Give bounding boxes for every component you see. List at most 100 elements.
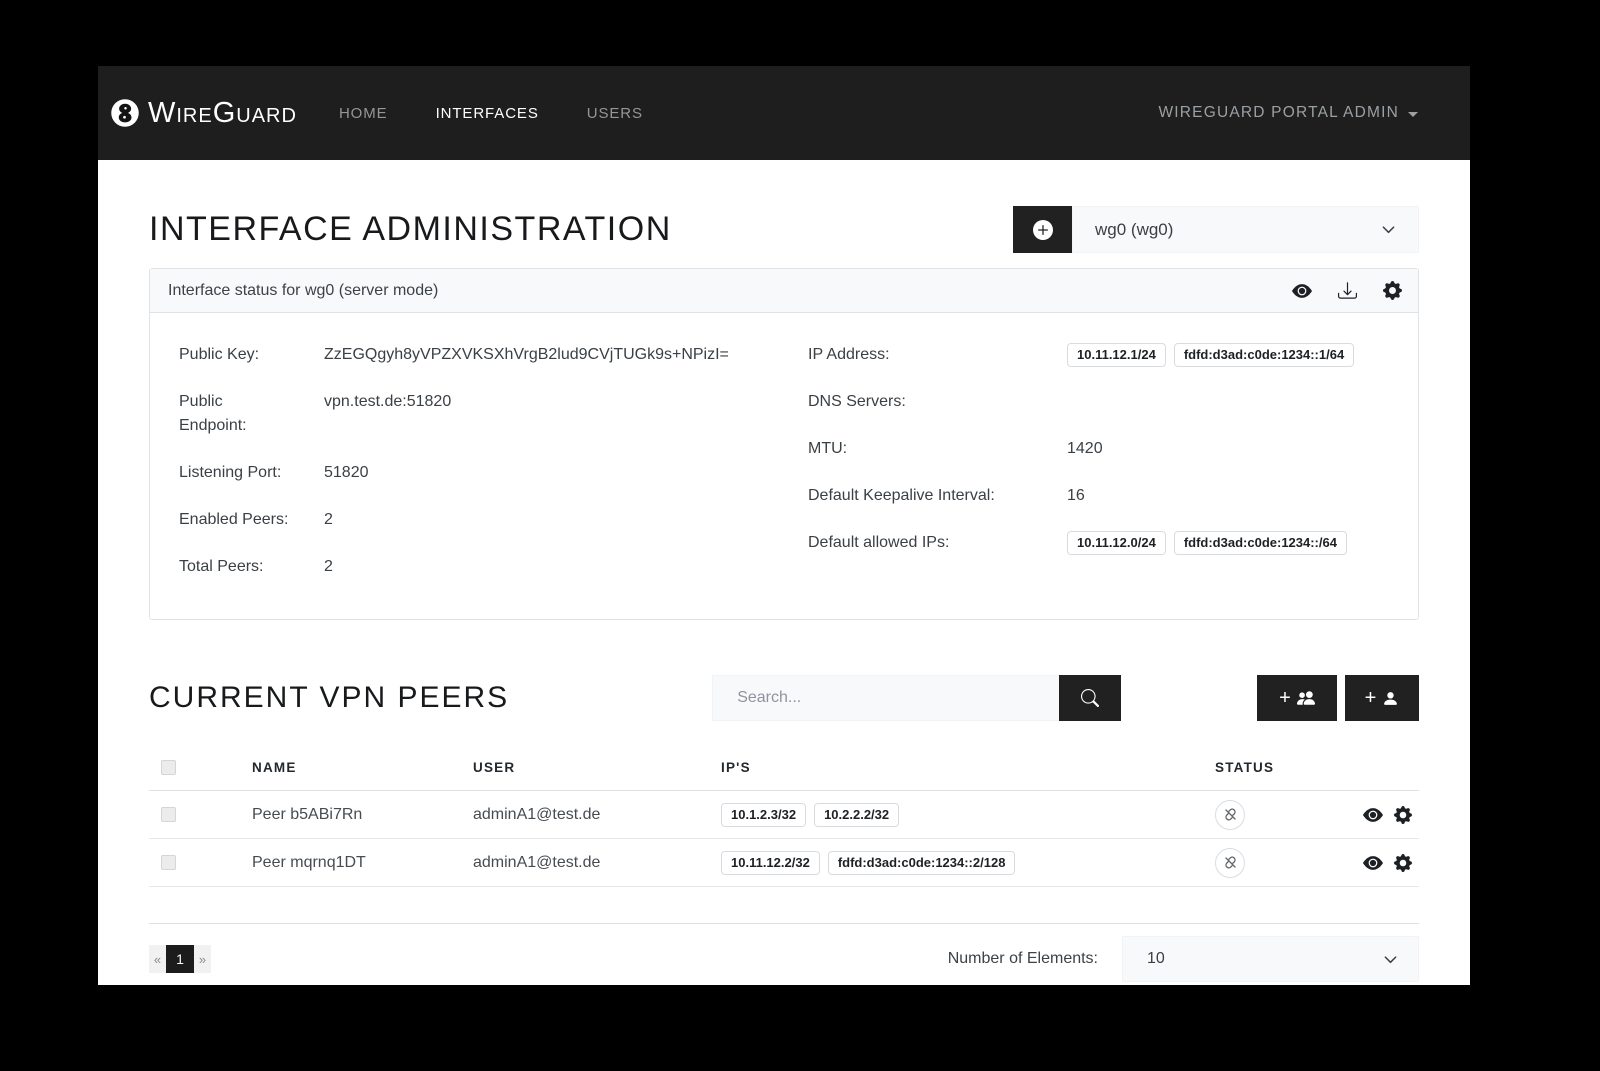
- nav-item-users[interactable]: USERS: [587, 105, 643, 122]
- info-value: 51820: [324, 461, 389, 485]
- ip-badge: fdfd:d3ad:c0de:1234::1/64: [1174, 343, 1354, 367]
- app-window: WireGuard HOME INTERFACES USERS WIREGUAR…: [98, 66, 1470, 985]
- download-icon: [1338, 281, 1357, 300]
- peer-name: Peer b5ABi7Rn: [252, 806, 473, 824]
- show-details-button[interactable]: [1292, 281, 1312, 301]
- peer-user: adminA1@test.de: [473, 806, 721, 824]
- search-input[interactable]: [712, 675, 1059, 721]
- pagination-prev[interactable]: «: [149, 945, 166, 973]
- brand-link[interactable]: WireGuard: [110, 97, 297, 130]
- ip-badge: 10.11.12.2/32: [721, 851, 820, 875]
- view-peer-button[interactable]: [1363, 853, 1383, 873]
- info-label: Default Keepalive Interval:: [808, 484, 1067, 508]
- chevron-down-icon: [1381, 222, 1396, 237]
- nav-item-interfaces[interactable]: INTERFACES: [436, 105, 539, 122]
- add-peer-button[interactable]: +: [1345, 675, 1419, 721]
- elements-label: Number of Elements:: [948, 950, 1098, 968]
- info-row-total-peers: Total Peers: 2: [179, 555, 784, 579]
- elements-per-page-select[interactable]: 10: [1122, 936, 1419, 982]
- ip-badge: 10.11.12.1/24: [1067, 343, 1166, 367]
- info-label: IP Address:: [808, 343, 1067, 367]
- navbar: WireGuard HOME INTERFACES USERS WIREGUAR…: [98, 66, 1470, 160]
- info-label: Default allowed IPs:: [808, 531, 1067, 555]
- info-value: 16: [1067, 484, 1105, 508]
- info-label: DNS Servers:: [808, 390, 1067, 414]
- table-header-row: NAME USER IP'S STATUS: [149, 745, 1419, 791]
- edit-interface-button[interactable]: [1383, 281, 1402, 301]
- info-value: 1420: [1067, 437, 1123, 461]
- table-row: Peer b5ABi7Rn adminA1@test.de 10.1.2.3/3…: [149, 791, 1419, 839]
- nav-links: HOME INTERFACES USERS: [339, 105, 643, 122]
- info-label: Public Key:: [179, 343, 324, 367]
- people-icon: [1297, 689, 1315, 707]
- person-icon: [1382, 690, 1399, 707]
- peer-offline-status-icon: [1215, 848, 1245, 878]
- peers-section-title: CURRENT VPN PEERS: [149, 681, 509, 715]
- peer-offline-status-icon: [1215, 800, 1245, 830]
- search-icon: [1081, 689, 1099, 707]
- card-title: Interface status for wg0 (server mode): [168, 282, 438, 300]
- eye-icon: [1363, 805, 1383, 825]
- ip-badge: fdfd:d3ad:c0de:1234::2/128: [828, 851, 1016, 875]
- gear-icon: [1394, 806, 1412, 824]
- info-label: MTU:: [808, 437, 1067, 461]
- peer-buttons: + +: [1257, 675, 1419, 721]
- chevron-down-icon: [1383, 952, 1398, 967]
- wireguard-logo-icon: [110, 98, 140, 128]
- info-label: Total Peers:: [179, 555, 324, 579]
- download-config-button[interactable]: [1338, 281, 1357, 301]
- column-header-ips: IP'S: [721, 760, 1213, 775]
- info-row-mtu: MTU: 1420: [808, 437, 1418, 461]
- ip-badge: 10.1.2.3/32: [721, 803, 806, 827]
- info-row-public-key: Public Key: ZzEGQgyh8yVPZXVKSXhVrgB2lud9…: [179, 343, 784, 367]
- elements-select-value: 10: [1147, 950, 1165, 968]
- search-button[interactable]: [1059, 675, 1121, 721]
- edit-peer-button[interactable]: [1394, 853, 1412, 873]
- info-row-enabled-peers: Enabled Peers: 2: [179, 508, 784, 532]
- search-group: [712, 675, 1121, 721]
- caret-down-icon: [1408, 112, 1418, 117]
- interface-status-card: Interface status for wg0 (server mode) P…: [149, 268, 1419, 620]
- edit-peer-button[interactable]: [1394, 805, 1412, 825]
- select-row-checkbox[interactable]: [161, 807, 176, 822]
- ip-badge: 10.2.2.2/32: [814, 803, 899, 827]
- add-interface-button[interactable]: [1013, 206, 1072, 253]
- interface-toolbar: wg0 (wg0): [1013, 206, 1419, 253]
- peer-user: adminA1@test.de: [473, 854, 721, 872]
- plus-glyph: +: [1279, 688, 1291, 708]
- gear-icon: [1394, 854, 1412, 872]
- user-menu-toggle[interactable]: WIREGUARD PORTAL ADMIN: [1158, 104, 1418, 122]
- info-row-dns-servers: DNS Servers:: [808, 390, 1418, 414]
- info-value: ZzEGQgyh8yVPZXVKSXhVrgB2lud9CVjTUGk9s+NP…: [324, 343, 749, 367]
- peer-name: Peer mqrnq1DT: [252, 854, 473, 872]
- plus-circle-icon: [1033, 220, 1053, 240]
- info-value: [1067, 390, 1087, 414]
- gear-icon: [1383, 281, 1402, 300]
- info-label: Public Endpoint:: [179, 390, 324, 438]
- ip-badge: 10.11.12.0/24: [1067, 531, 1166, 555]
- add-multiple-peers-button[interactable]: +: [1257, 675, 1337, 721]
- card-actions: [1292, 281, 1402, 301]
- nav-item-home[interactable]: HOME: [339, 105, 388, 122]
- card-body: Public Key: ZzEGQgyh8yVPZXVKSXhVrgB2lud9…: [150, 313, 1418, 619]
- info-value: 2: [324, 555, 353, 579]
- user-menu-label: WIREGUARD PORTAL ADMIN: [1158, 104, 1399, 122]
- divider: [149, 923, 1419, 924]
- column-header-name: NAME: [252, 760, 473, 775]
- info-value: 2: [324, 508, 353, 532]
- pagination-next[interactable]: »: [194, 945, 211, 973]
- view-peer-button[interactable]: [1363, 805, 1383, 825]
- peers-table: NAME USER IP'S STATUS Peer b5ABi7Rn admi…: [149, 745, 1419, 887]
- ip-badge: fdfd:d3ad:c0de:1234::/64: [1174, 531, 1347, 555]
- info-label: Listening Port:: [179, 461, 324, 485]
- pagination-page-1[interactable]: 1: [166, 945, 194, 973]
- info-value: vpn.test.de:51820: [324, 390, 471, 438]
- main-content: INTERFACE ADMINISTRATION wg0 (wg0) Inter…: [98, 206, 1470, 985]
- select-all-checkbox[interactable]: [161, 760, 176, 775]
- info-row-keepalive: Default Keepalive Interval: 16: [808, 484, 1418, 508]
- info-row-public-endpoint: Public Endpoint: vpn.test.de:51820: [179, 390, 784, 438]
- interface-select[interactable]: wg0 (wg0): [1072, 206, 1419, 253]
- select-row-checkbox[interactable]: [161, 855, 176, 870]
- info-label: Enabled Peers:: [179, 508, 324, 532]
- info-row-allowed-ips: Default allowed IPs: 10.11.12.0/24 fdfd:…: [808, 531, 1418, 555]
